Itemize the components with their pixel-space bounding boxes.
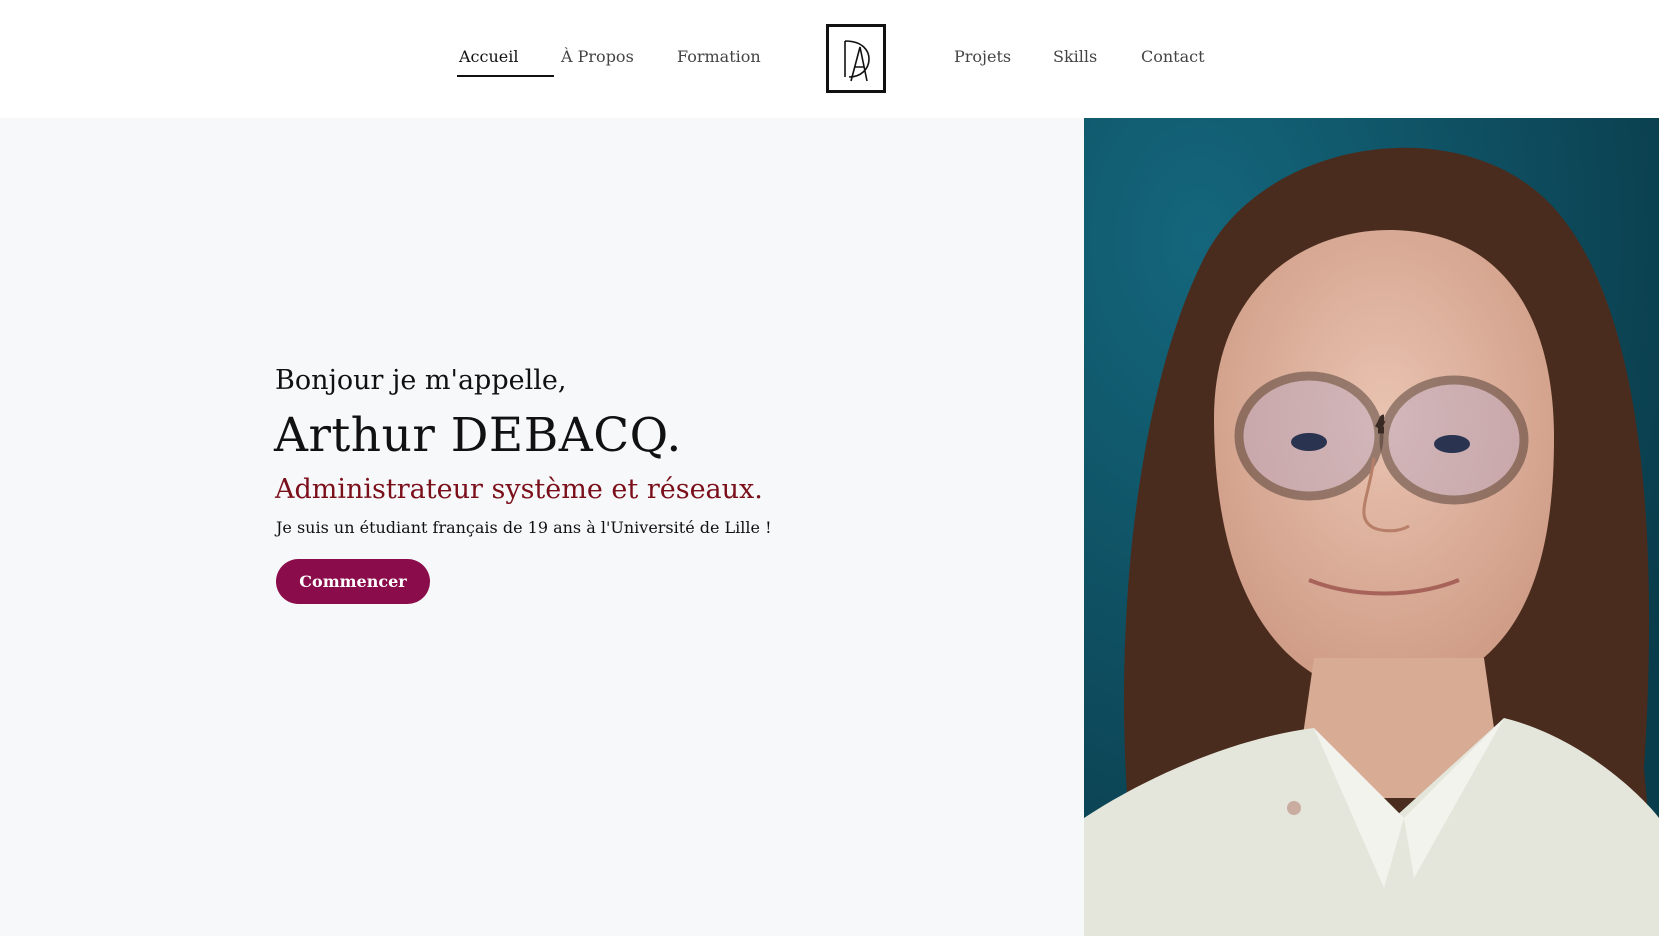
hero-name: Arthur DEBACQ.	[274, 408, 682, 463]
da-monogram-icon[interactable]	[826, 24, 886, 93]
hero-greeting: Bonjour je m'appelle,	[275, 365, 567, 396]
start-button[interactable]: Commencer	[276, 559, 430, 604]
nav-link-contact[interactable]: Contact	[1141, 47, 1205, 66]
nav-link-projets[interactable]: Projets	[954, 47, 1011, 66]
nav-link-skills[interactable]: Skills	[1053, 47, 1097, 66]
nav-link-formation[interactable]: Formation	[677, 47, 761, 66]
nav-link-a-propos[interactable]: À Propos	[561, 47, 634, 66]
hero-role: Administrateur système et réseaux.	[275, 474, 763, 505]
nav-link-accueil[interactable]: Accueil	[459, 47, 518, 66]
active-nav-underline	[457, 75, 554, 77]
hero-bio: Je suis un étudiant français de 19 ans à…	[276, 518, 772, 537]
profile-photo	[1084, 118, 1659, 936]
top-navigation: Accueil À Propos Formation Projets Skill…	[0, 0, 1659, 118]
